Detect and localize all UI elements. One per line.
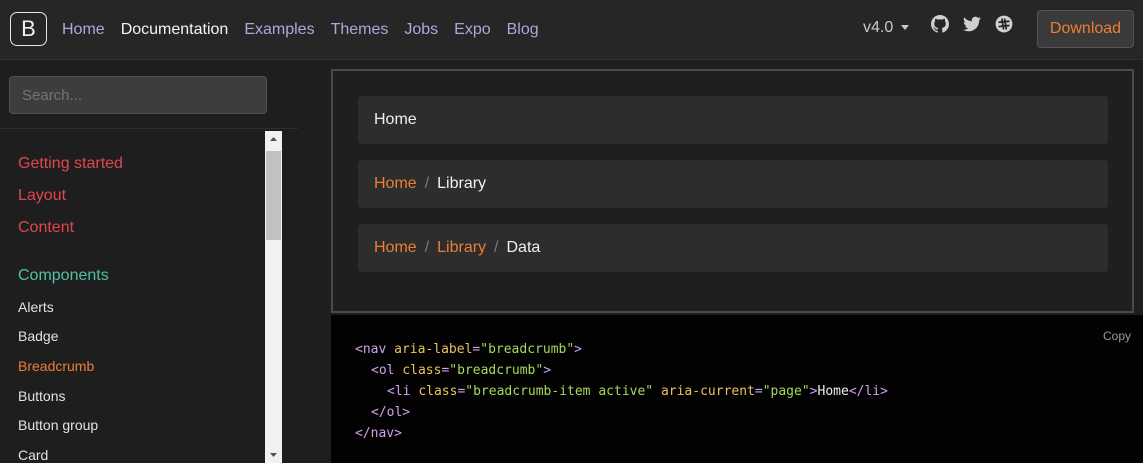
nav-link-examples[interactable]: Examples	[244, 21, 314, 39]
sidebar-subitem-breadcrumb[interactable]: Breadcrumb	[18, 358, 94, 374]
nav-link-home[interactable]: Home	[62, 21, 105, 39]
search-input[interactable]	[9, 76, 267, 114]
code-line: <nav aria-label="breadcrumb">	[355, 342, 582, 357]
code-equals: =	[754, 384, 763, 399]
sidebar-subitem-button-group[interactable]: Button group	[18, 417, 98, 433]
scroll-up-arrow-icon[interactable]	[265, 131, 282, 148]
nav-link-themes[interactable]: Themes	[331, 21, 389, 39]
sidebar-subitem-badge[interactable]: Badge	[18, 328, 58, 344]
breadcrumb-example-3: Home / Library / Data	[358, 224, 1108, 272]
nav-link-blog[interactable]: Blog	[507, 21, 539, 39]
sidebar-item-components[interactable]: Components	[18, 267, 109, 285]
code-text: Home	[817, 384, 849, 399]
github-icon[interactable]	[931, 15, 949, 33]
version-dropdown[interactable]: v4.0	[863, 19, 910, 37]
sidebar-subitem-card[interactable]: Card	[18, 447, 48, 463]
code-value: "page"	[762, 384, 810, 399]
breadcrumb-example-panel: Home Home / Library Home / Library / Dat…	[331, 69, 1134, 313]
sidebar-scrollbar[interactable]	[265, 131, 282, 463]
code-attr: aria-label	[394, 342, 473, 357]
nav-link-expo[interactable]: Expo	[454, 21, 490, 39]
copy-button[interactable]: Copy	[1103, 329, 1131, 343]
breadcrumb-item-active: Library	[437, 175, 487, 192]
breadcrumb-example-1: Home	[358, 96, 1108, 144]
bootstrap-logo[interactable]: B	[10, 12, 47, 46]
breadcrumb-separator: /	[424, 239, 430, 256]
code-tag-close: >	[543, 363, 552, 378]
breadcrumb-link-home[interactable]: Home	[374, 175, 417, 193]
code-value: "breadcrumb"	[449, 363, 544, 378]
caret-down-icon	[901, 25, 910, 31]
scrollbar-thumb[interactable]	[266, 151, 281, 240]
main-nav: Home Documentation Examples Themes Jobs …	[62, 0, 555, 60]
sidebar-subitem-buttons[interactable]: Buttons	[18, 388, 65, 404]
nav-link-jobs[interactable]: Jobs	[404, 21, 438, 39]
code-line: <ol class="breadcrumb">	[371, 363, 551, 378]
breadcrumb-example-2: Home / Library	[358, 160, 1108, 208]
code-line: <li class = "breadcrumb-item active" aria-…	[387, 384, 888, 399]
code-line: </ol>	[371, 405, 410, 420]
download-button[interactable]: Download	[1037, 10, 1134, 48]
twitter-icon[interactable]	[963, 15, 981, 33]
code-tag: <li	[387, 384, 419, 399]
code-attr: aria-current	[660, 384, 755, 399]
breadcrumb-item-active: Home	[374, 111, 417, 128]
code-tag-close: >	[809, 384, 818, 399]
code-tag: </nav>	[355, 426, 402, 441]
code-tag: <ol	[371, 363, 403, 378]
code-attr: class	[402, 363, 442, 378]
code-value: "breadcrumb"	[480, 342, 575, 357]
sidebar-item-content[interactable]: Content	[18, 219, 74, 237]
sidebar-divider	[0, 128, 298, 129]
code-snippet: Copy <nav aria-label="breadcrumb"> <ol c…	[331, 315, 1143, 463]
sidebar-item-layout[interactable]: Layout	[18, 187, 66, 205]
nav-link-documentation[interactable]: Documentation	[121, 21, 229, 39]
code-tag: </li>	[848, 384, 888, 399]
sidebar-subitem-alerts[interactable]: Alerts	[18, 299, 54, 315]
sidebar-item-getting-started[interactable]: Getting started	[18, 155, 123, 173]
code-line: </nav>	[355, 426, 402, 441]
code-attr: class	[418, 384, 458, 399]
breadcrumb-link-home[interactable]: Home	[374, 239, 417, 257]
code-value: "breadcrumb-item active"	[465, 384, 654, 399]
code-tag-close: >	[574, 342, 582, 357]
breadcrumb-separator: /	[424, 175, 430, 192]
scroll-down-arrow-icon[interactable]	[265, 446, 282, 463]
version-label: v4.0	[863, 19, 894, 36]
breadcrumb-separator: /	[494, 239, 499, 256]
breadcrumb-link-library[interactable]: Library	[437, 239, 486, 257]
code-tag: </ol>	[371, 405, 411, 420]
breadcrumb-item-active: Data	[506, 239, 541, 256]
code-tag: <nav	[355, 342, 395, 357]
slack-icon[interactable]	[995, 15, 1013, 33]
top-navbar: B Home Documentation Examples Themes Job…	[0, 0, 1143, 60]
